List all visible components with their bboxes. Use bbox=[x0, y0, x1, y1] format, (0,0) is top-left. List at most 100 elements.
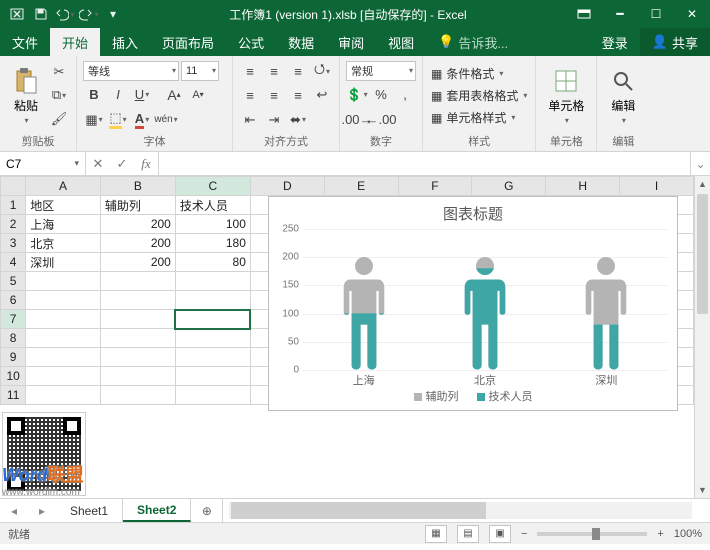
new-sheet-button[interactable]: ⊕ bbox=[191, 499, 223, 522]
scroll-up-icon[interactable]: ▲ bbox=[695, 176, 710, 192]
cell-A3[interactable]: 北京 bbox=[26, 234, 101, 253]
cell-B6[interactable] bbox=[100, 291, 175, 310]
align-middle-button[interactable]: ≡ bbox=[263, 60, 285, 82]
chart-title[interactable]: 图表标题 bbox=[269, 197, 677, 226]
row-header-1[interactable]: 1 bbox=[1, 196, 26, 215]
tab-formulas[interactable]: 公式 bbox=[226, 28, 276, 56]
row-header-9[interactable]: 9 bbox=[1, 348, 26, 367]
sheet-tab-1[interactable]: Sheet2 bbox=[123, 499, 191, 522]
excel-icon[interactable] bbox=[6, 3, 28, 25]
scroll-down-icon[interactable]: ▼ bbox=[695, 482, 710, 498]
zoom-level[interactable]: 100% bbox=[674, 528, 702, 540]
chart-person-1[interactable] bbox=[462, 257, 508, 370]
format-painter-button[interactable]: 🖌 bbox=[48, 108, 70, 130]
cell-C1[interactable]: 技术人员 bbox=[175, 196, 250, 215]
cell-A11[interactable] bbox=[26, 386, 101, 405]
formula-input[interactable] bbox=[159, 152, 690, 175]
cell-C7[interactable] bbox=[175, 310, 250, 329]
wrap-text-button[interactable]: ↩ bbox=[311, 84, 333, 106]
cell-A9[interactable] bbox=[26, 348, 101, 367]
comma-button[interactable]: , bbox=[394, 84, 416, 106]
align-bottom-button[interactable]: ≡ bbox=[287, 60, 309, 82]
view-page-button[interactable]: ▤ bbox=[457, 525, 479, 543]
redo-icon[interactable]: ▾ bbox=[78, 3, 100, 25]
cell-B3[interactable]: 200 bbox=[100, 234, 175, 253]
chart-legend[interactable]: 辅助列 技术人员 bbox=[269, 388, 677, 404]
dec-decimal-button[interactable]: ←.00 bbox=[370, 109, 392, 131]
row-header-7[interactable]: 7 bbox=[1, 310, 26, 329]
col-header-H[interactable]: H bbox=[546, 177, 620, 196]
share-button[interactable]: 👤共享 bbox=[640, 28, 710, 56]
row-header-3[interactable]: 3 bbox=[1, 234, 26, 253]
col-header-E[interactable]: E bbox=[324, 177, 398, 196]
col-header-G[interactable]: G bbox=[472, 177, 546, 196]
number-format-combo[interactable]: 常规▾ bbox=[346, 61, 416, 81]
merge-button[interactable]: ⬌▾ bbox=[287, 109, 309, 131]
orientation-button[interactable]: ⭯▾ bbox=[311, 60, 333, 82]
cell-C10[interactable] bbox=[175, 367, 250, 386]
cell-B2[interactable]: 200 bbox=[100, 215, 175, 234]
border-button[interactable]: ▦▾ bbox=[83, 109, 105, 131]
font-name-combo[interactable]: 等线▾ bbox=[83, 61, 179, 81]
cell-C2[interactable]: 100 bbox=[175, 215, 250, 234]
scroll-thumb[interactable] bbox=[697, 194, 708, 314]
minimize-button[interactable]: ━ bbox=[602, 0, 638, 28]
grow-font-button[interactable]: A▴ bbox=[163, 84, 185, 106]
cell-A5[interactable] bbox=[26, 272, 101, 291]
cell-B9[interactable] bbox=[100, 348, 175, 367]
cell-style-button[interactable]: ▦单元格样式▾ bbox=[429, 108, 529, 127]
find-button[interactable]: 编辑▾ bbox=[603, 60, 643, 131]
cut-button[interactable]: ✂ bbox=[48, 61, 70, 83]
save-icon[interactable] bbox=[30, 3, 52, 25]
cell-C11[interactable] bbox=[175, 386, 250, 405]
cell-B5[interactable] bbox=[100, 272, 175, 291]
tab-file[interactable]: 文件 bbox=[0, 28, 50, 56]
col-header-D[interactable]: D bbox=[250, 177, 324, 196]
cell-C5[interactable] bbox=[175, 272, 250, 291]
tab-layout[interactable]: 页面布局 bbox=[150, 28, 226, 56]
tab-insert[interactable]: 插入 bbox=[100, 28, 150, 56]
cell-B11[interactable] bbox=[100, 386, 175, 405]
cell-C4[interactable]: 80 bbox=[175, 253, 250, 272]
bold-button[interactable]: B bbox=[83, 84, 105, 106]
row-header-2[interactable]: 2 bbox=[1, 215, 26, 234]
chart-person-2[interactable] bbox=[583, 257, 629, 370]
cell-A2[interactable]: 上海 bbox=[26, 215, 101, 234]
cell-A4[interactable]: 深圳 bbox=[26, 253, 101, 272]
cell-C6[interactable] bbox=[175, 291, 250, 310]
cell-A1[interactable]: 地区 bbox=[26, 196, 101, 215]
tab-view[interactable]: 视图 bbox=[376, 28, 426, 56]
horizontal-scrollbar[interactable] bbox=[229, 502, 692, 519]
cell-B4[interactable]: 200 bbox=[100, 253, 175, 272]
italic-button[interactable]: I bbox=[107, 84, 129, 106]
col-header-F[interactable]: F bbox=[398, 177, 472, 196]
phonetic-button[interactable]: wén▾ bbox=[155, 109, 177, 131]
underline-button[interactable]: U▾ bbox=[131, 84, 153, 106]
row-header-8[interactable]: 8 bbox=[1, 329, 26, 348]
fill-color-button[interactable]: ⬚▾ bbox=[107, 109, 129, 131]
cell-A8[interactable] bbox=[26, 329, 101, 348]
cell-A10[interactable] bbox=[26, 367, 101, 386]
sheet-tab-0[interactable]: Sheet1 bbox=[56, 499, 123, 522]
row-header-11[interactable]: 11 bbox=[1, 386, 26, 405]
chart-person-0[interactable] bbox=[341, 257, 387, 370]
tab-home[interactable]: 开始 bbox=[50, 28, 100, 56]
shrink-font-button[interactable]: A▾ bbox=[187, 84, 209, 106]
cell-B8[interactable] bbox=[100, 329, 175, 348]
undo-icon[interactable]: ▾ bbox=[54, 3, 76, 25]
indent-dec-button[interactable]: ⇤ bbox=[239, 109, 261, 131]
cancel-icon[interactable]: ✕ bbox=[86, 156, 110, 172]
align-center-button[interactable]: ≡ bbox=[263, 84, 285, 106]
copy-button[interactable]: ⧉▾ bbox=[48, 84, 70, 106]
cell-A7[interactable] bbox=[26, 310, 101, 329]
col-header-C[interactable]: C bbox=[175, 177, 250, 196]
row-header-10[interactable]: 10 bbox=[1, 367, 26, 386]
cell-A6[interactable] bbox=[26, 291, 101, 310]
table-format-button[interactable]: ▦套用表格格式▾ bbox=[429, 86, 529, 105]
login-button[interactable]: 登录 bbox=[590, 28, 640, 56]
sheet-nav-next[interactable]: ▸ bbox=[28, 499, 56, 522]
qat-customize-icon[interactable]: ▾ bbox=[102, 3, 124, 25]
zoom-slider[interactable] bbox=[537, 532, 647, 536]
accounting-button[interactable]: 💲▾ bbox=[346, 84, 368, 106]
tab-data[interactable]: 数据 bbox=[276, 28, 326, 56]
